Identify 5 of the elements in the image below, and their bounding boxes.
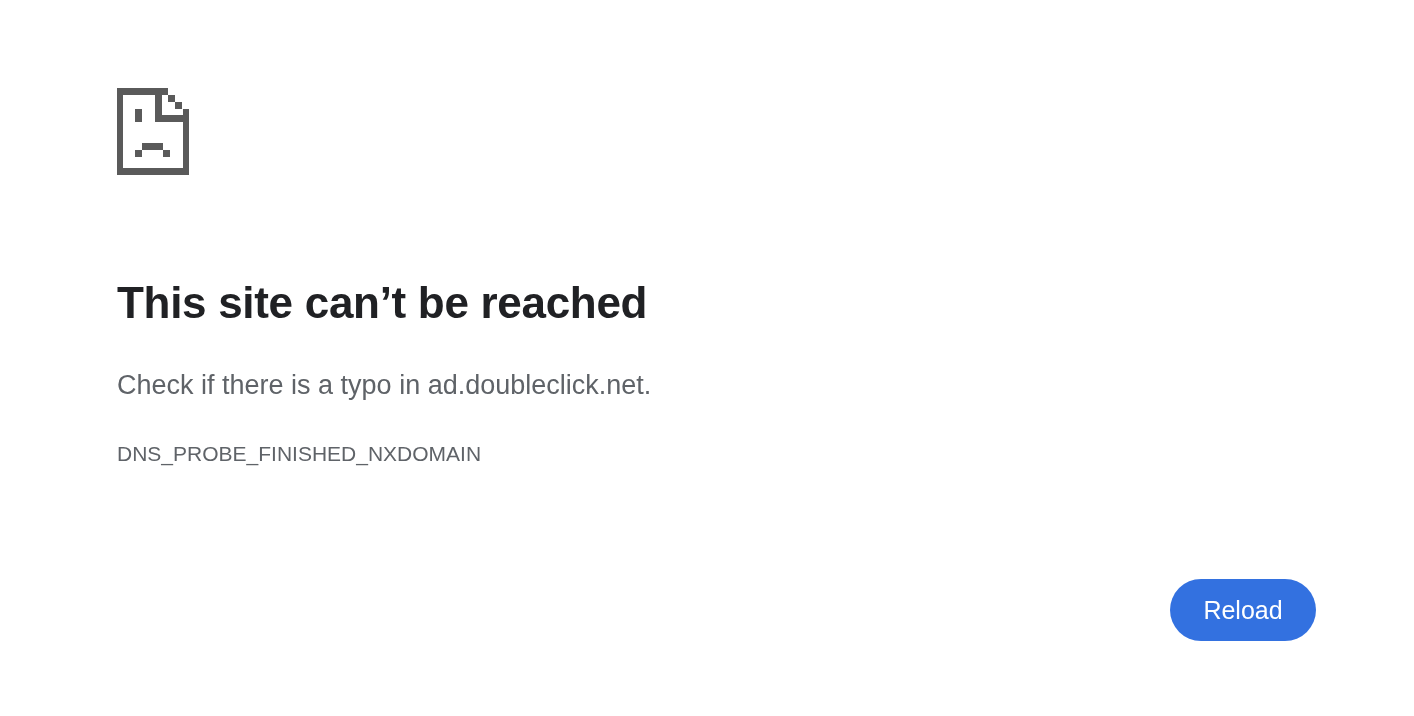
error-code: DNS_PROBE_FINISHED_NXDOMAIN <box>117 441 482 467</box>
error-message: Check if there is a typo in ad.doubleclick.net. <box>117 369 652 402</box>
sad-document-icon <box>117 88 189 175</box>
page-title: This site can’t be reached <box>117 277 648 329</box>
reload-button[interactable]: Reload <box>1170 579 1316 641</box>
